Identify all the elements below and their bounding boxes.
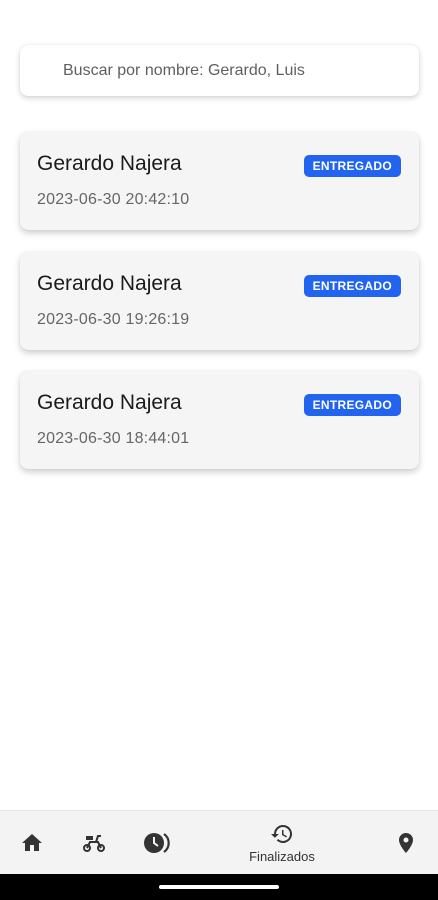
system-gesture-bar bbox=[0, 874, 438, 900]
order-datetime: 2023-06-30 20:42:10 bbox=[37, 191, 190, 208]
order-card[interactable]: Gerardo Najera 2023-06-30 19:26:19 ENTRE… bbox=[20, 252, 419, 350]
nav-item-location[interactable] bbox=[390, 811, 422, 875]
screen: Gerardo Najera 2023-06-30 20:42:10 ENTRE… bbox=[0, 0, 438, 900]
order-card[interactable]: Gerardo Najera 2023-06-30 20:42:10 ENTRE… bbox=[20, 132, 419, 230]
customer-name: Gerardo Najera bbox=[37, 391, 182, 414]
search-box[interactable] bbox=[20, 45, 419, 96]
order-card[interactable]: Gerardo Najera 2023-06-30 18:44:01 ENTRE… bbox=[20, 371, 419, 469]
status-badge: ENTREGADO bbox=[303, 394, 401, 416]
nav-item-home[interactable] bbox=[14, 811, 50, 875]
status-badge: ENTREGADO bbox=[303, 275, 401, 297]
order-datetime: 2023-06-30 18:44:01 bbox=[37, 430, 190, 447]
order-datetime: 2023-06-30 19:26:19 bbox=[37, 311, 190, 328]
nav-item-pending[interactable] bbox=[139, 811, 175, 875]
schedule-icon bbox=[143, 830, 171, 856]
scooter-icon bbox=[81, 830, 107, 856]
bottom-navigation: Finalizados bbox=[0, 810, 438, 874]
nav-item-finalizados[interactable]: Finalizados bbox=[236, 811, 328, 875]
nav-label-finalizados: Finalizados bbox=[249, 849, 315, 864]
home-icon bbox=[20, 831, 44, 855]
search-input[interactable] bbox=[63, 61, 403, 80]
status-badge: ENTREGADO bbox=[303, 155, 401, 177]
customer-name: Gerardo Najera bbox=[37, 272, 182, 295]
nav-item-delivery[interactable] bbox=[76, 811, 112, 875]
home-indicator[interactable] bbox=[159, 885, 279, 889]
location-pin-icon bbox=[394, 831, 418, 855]
customer-name: Gerardo Najera bbox=[37, 152, 182, 175]
history-icon bbox=[270, 822, 294, 846]
